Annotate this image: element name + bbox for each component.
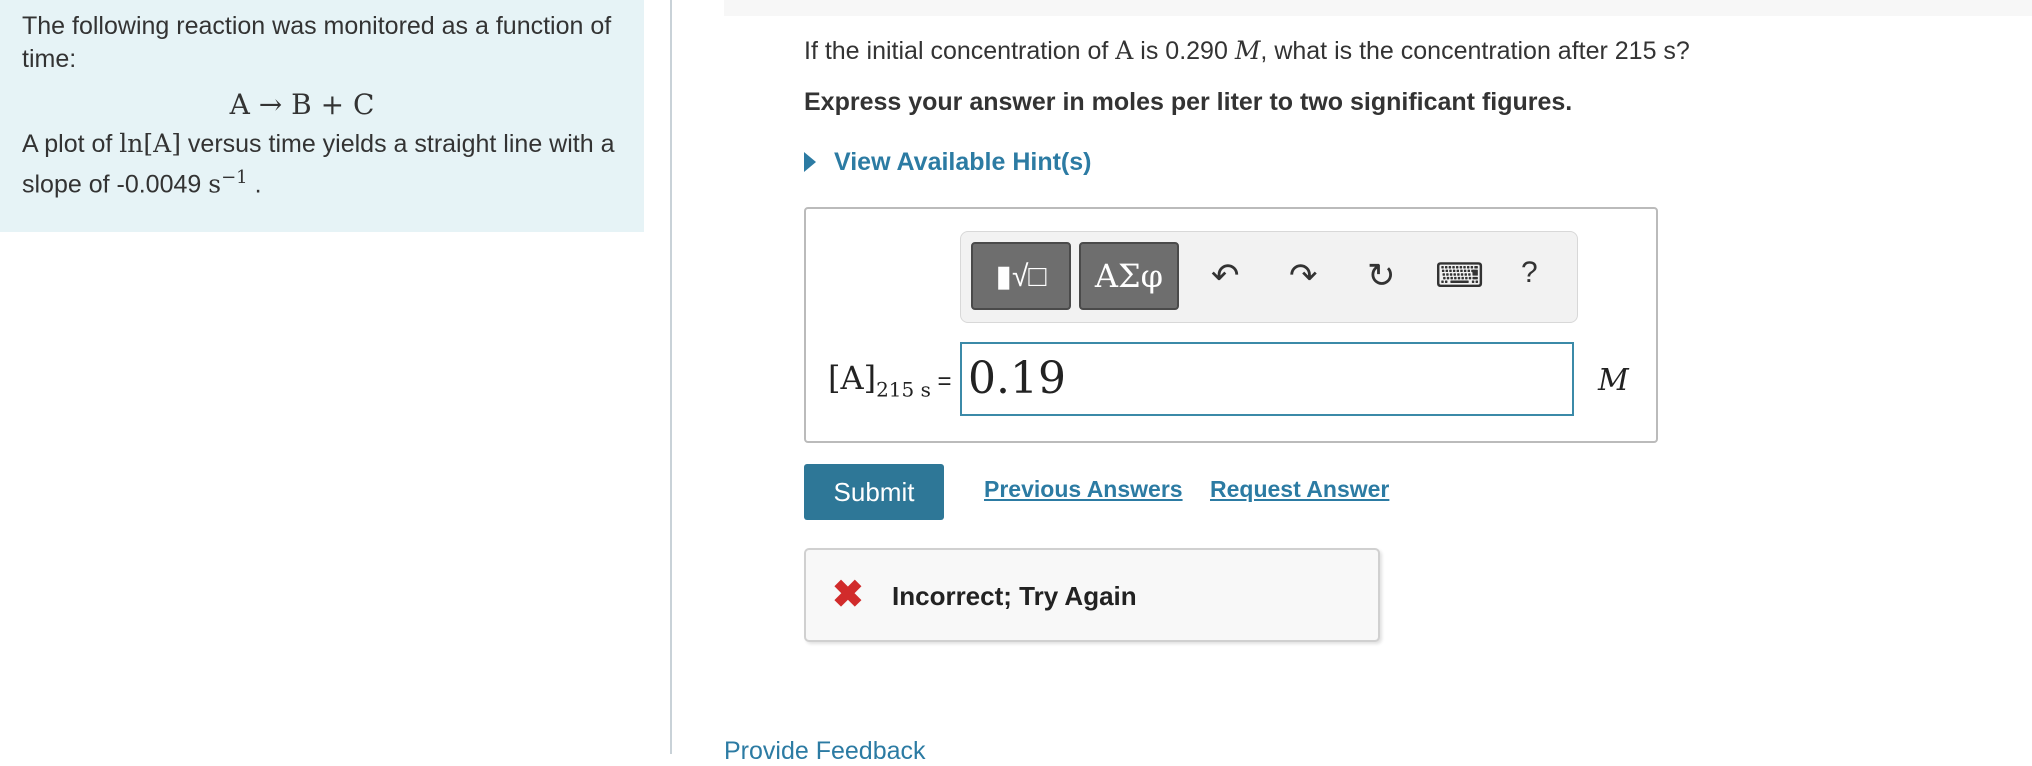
slope-unit-exponent: −1 <box>221 167 248 188</box>
panel-divider <box>670 0 672 754</box>
keyboard-icon[interactable]: ⌨ <box>1435 256 1484 296</box>
triangle-right-icon <box>804 152 816 172</box>
answer-label-subscript: 215 s <box>876 377 931 402</box>
error-x-icon: ✖ <box>832 574 864 616</box>
reset-icon[interactable]: ↻ <box>1367 256 1396 296</box>
templates-button[interactable]: ▮√□ <box>971 242 1071 310</box>
problem-statement-panel: The following reaction was monitored as … <box>0 0 644 232</box>
reaction-equation: A → B + C <box>229 88 375 121</box>
answer-box: ▮√□ ΑΣφ ↶ ↷ ↻ ⌨ ? [A]215 s = 0.19 M <box>804 207 1658 443</box>
answer-input[interactable]: 0.19 <box>960 342 1574 416</box>
feedback-box: ✖ Incorrect; Try Again <box>804 548 1380 642</box>
question-suffix: , what is the concentration after 215 s? <box>1260 37 1690 65</box>
problem-intro: The following reaction was monitored as … <box>22 12 612 73</box>
answer-label-main: [A] <box>828 359 877 397</box>
answer-unit: M <box>1598 363 1629 398</box>
ln-a-expression: ln[A] <box>119 129 181 158</box>
view-hints-toggle[interactable]: View Available Hint(s) <box>804 148 1091 177</box>
question-middle: is 0.290 <box>1133 37 1235 65</box>
question-prefix: If the initial concentration of <box>804 37 1116 65</box>
question-unit: M <box>1234 36 1261 65</box>
question-text: If the initial concentration of A is 0.2… <box>804 36 2004 66</box>
redo-icon[interactable]: ↷ <box>1289 256 1318 296</box>
submit-button[interactable]: Submit <box>804 464 944 520</box>
provide-feedback-link[interactable]: Provide Feedback <box>724 737 926 766</box>
plot-text-before: A plot of <box>22 130 120 158</box>
plot-description: A plot of ln[A] versus time yields a str… <box>22 127 622 201</box>
math-toolbar: ▮√□ ΑΣφ ↶ ↷ ↻ ⌨ ? <box>960 231 1578 323</box>
request-answer-link[interactable]: Request Answer <box>1210 476 1389 503</box>
slope-unit: s <box>208 169 222 199</box>
undo-icon[interactable]: ↶ <box>1211 256 1240 296</box>
greek-symbols-button[interactable]: ΑΣφ <box>1079 242 1179 310</box>
top-bar <box>724 0 2032 16</box>
answer-label-equals: = <box>930 368 952 395</box>
help-icon[interactable]: ? <box>1521 256 1538 290</box>
question-species: A <box>1115 36 1134 65</box>
answer-instruction: Express your answer in moles per liter t… <box>804 88 1573 116</box>
plot-period: . <box>247 170 262 199</box>
templates-icon: ▮√□ <box>995 259 1047 293</box>
feedback-text: Incorrect; Try Again <box>892 581 1137 611</box>
view-hints-label: View Available Hint(s) <box>834 148 1092 176</box>
previous-answers-link[interactable]: Previous Answers <box>984 476 1183 503</box>
answer-label: [A]215 s = <box>828 359 952 401</box>
